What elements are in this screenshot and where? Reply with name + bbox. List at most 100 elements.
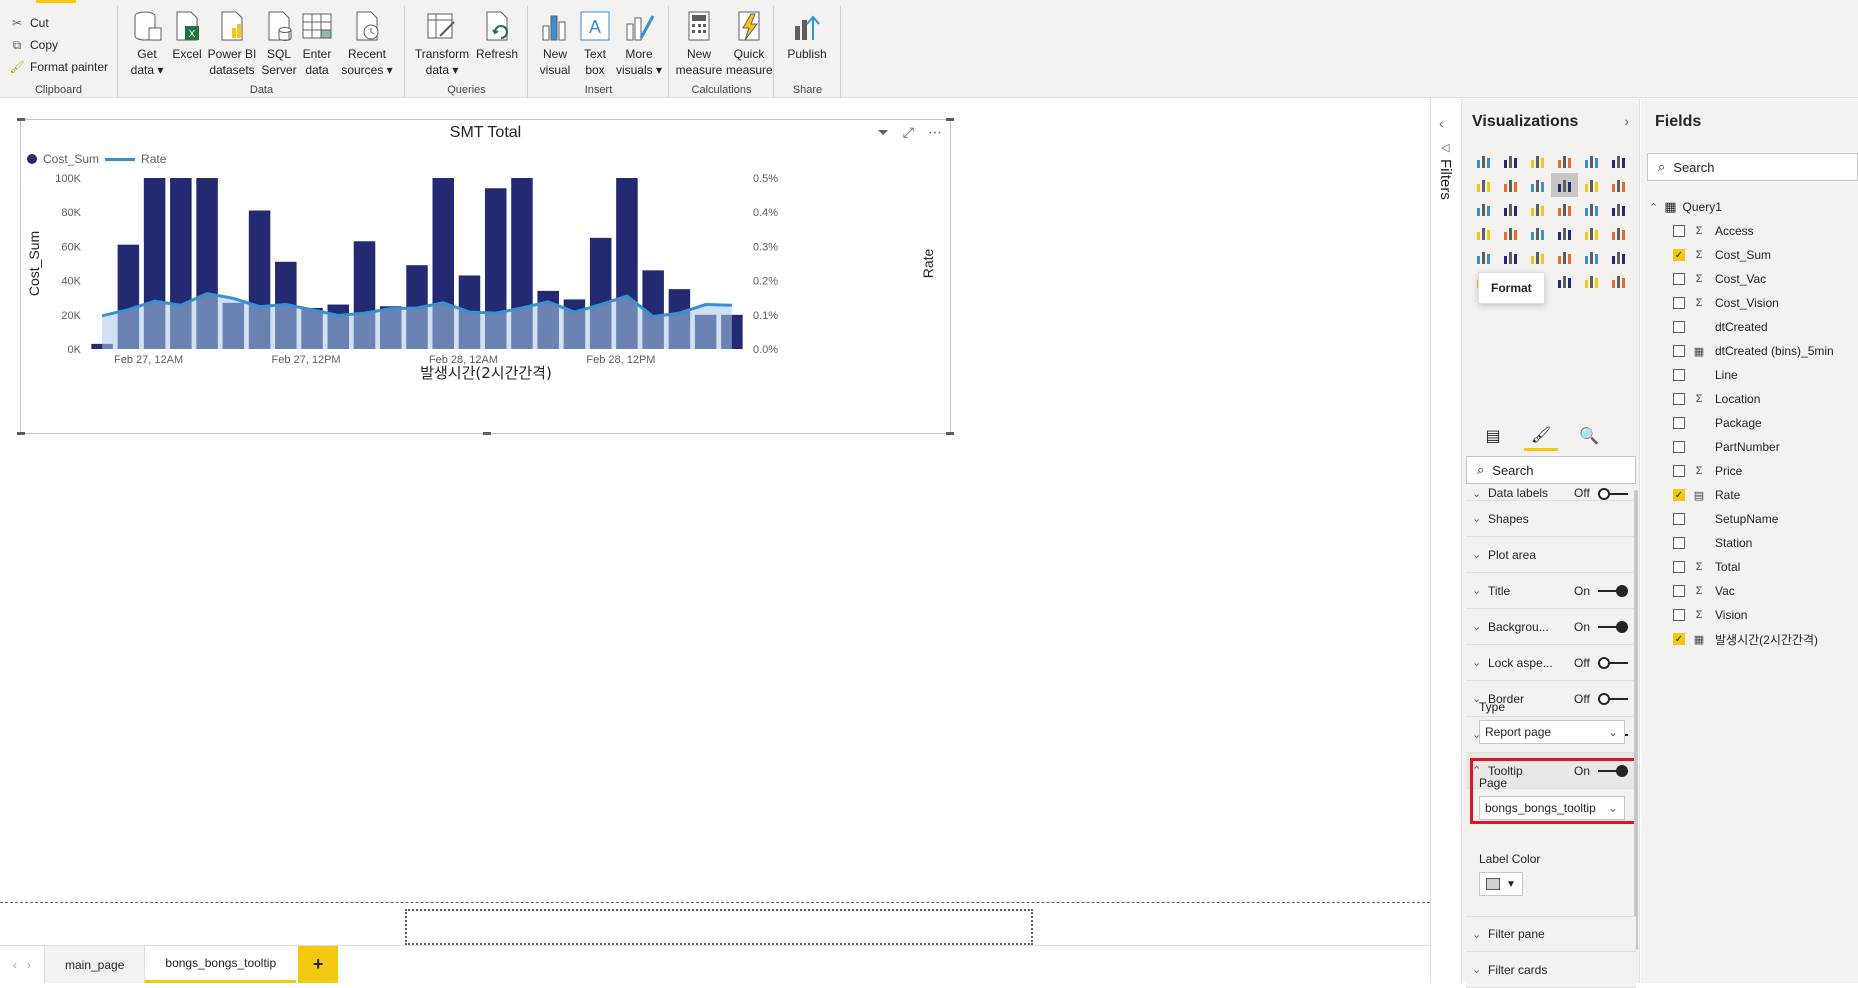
format-section-row[interactable]: ⌄ Title On [1466, 573, 1636, 609]
publish-button[interactable]: Publish [781, 10, 833, 62]
checkbox[interactable] [1673, 441, 1685, 453]
field-item[interactable]: Σ Price [1649, 459, 1858, 483]
field-item[interactable]: Σ Vision [1649, 603, 1858, 627]
line-visual-icon[interactable] [1470, 173, 1497, 197]
clustered-column-visual-icon[interactable] [1551, 149, 1578, 173]
kpi-visual-icon[interactable] [1605, 221, 1632, 245]
multi-row-card-visual-icon[interactable] [1578, 221, 1605, 245]
clustered-bar-visual-icon[interactable] [1524, 149, 1551, 173]
checked-checkbox[interactable]: ✓ [1673, 249, 1685, 261]
checkbox[interactable] [1673, 537, 1685, 549]
new-visual-button[interactable]: New visual [535, 10, 575, 78]
tab-scroll-right-icon[interactable]: › [27, 958, 31, 972]
field-item[interactable]: dtCreated [1649, 315, 1858, 339]
power-bi-datasets-button[interactable]: Power BI datasets [207, 10, 257, 78]
format-section-row[interactable]: ⌄ Data labels Off [1466, 487, 1636, 501]
field-item[interactable]: SetupName [1649, 507, 1858, 531]
table-visual-icon[interactable] [1497, 245, 1524, 269]
filters-pane-collapsed[interactable]: ‹ ◁ Filters [1430, 99, 1462, 983]
cut-button[interactable]: ✂ Cut [0, 12, 117, 34]
get-data-button[interactable]: Get data ▾ [129, 10, 165, 78]
more-visuals-button[interactable]: More visuals ▾ [615, 10, 663, 78]
format-search-input[interactable]: ⌕ Search [1466, 456, 1636, 484]
stacked-bar-visual-icon[interactable] [1470, 149, 1497, 173]
key-influencers-visual-icon[interactable] [1605, 245, 1632, 269]
field-item[interactable]: Σ Cost_Vision [1649, 291, 1858, 315]
checkbox[interactable] [1673, 513, 1685, 525]
checked-checkbox[interactable]: ✓ [1673, 489, 1685, 501]
donut-visual-icon[interactable] [1578, 197, 1605, 221]
fields-search-input[interactable]: ⌕ Search [1647, 153, 1858, 181]
checkbox[interactable] [1673, 345, 1685, 357]
field-item[interactable]: Line [1649, 363, 1858, 387]
checkbox[interactable] [1673, 225, 1685, 237]
checkbox[interactable] [1673, 297, 1685, 309]
toggle-switch[interactable] [1598, 620, 1628, 633]
line-stacked-column-visual-icon[interactable] [1578, 173, 1605, 197]
tooltip-type-dropdown[interactable]: Report page ⌄ [1479, 720, 1625, 744]
format-painter-button[interactable]: 🖌 Format painter [0, 56, 117, 78]
custom-visual-icon[interactable] [1605, 269, 1632, 293]
treemap-visual-icon[interactable] [1605, 197, 1632, 221]
ribbon-visual-icon[interactable] [1605, 173, 1632, 197]
slicer-visual-icon[interactable] [1470, 245, 1497, 269]
quick-measure-button[interactable]: Quick measure [726, 10, 773, 78]
toggle-switch[interactable] [1598, 488, 1628, 500]
checkbox[interactable] [1673, 561, 1685, 573]
checkbox[interactable] [1673, 585, 1685, 597]
tab-scroll-left-icon[interactable]: ‹ [13, 958, 17, 972]
matrix-visual-icon[interactable] [1524, 245, 1551, 269]
line-clustered-column-visual-icon[interactable] [1551, 173, 1578, 197]
format-pane-scrollbar[interactable] [1634, 490, 1638, 950]
field-item[interactable]: Σ Location [1649, 387, 1858, 411]
field-item[interactable]: Σ Total [1649, 555, 1858, 579]
python-visual-icon[interactable] [1578, 245, 1605, 269]
field-item[interactable]: Station [1649, 531, 1858, 555]
paginated-visual-icon[interactable] [1551, 269, 1578, 293]
stacked-column-visual-icon[interactable] [1497, 149, 1524, 173]
checkbox[interactable] [1673, 321, 1685, 333]
format-tab[interactable]: 🖌 [1524, 421, 1558, 451]
area-visual-icon[interactable] [1497, 173, 1524, 197]
r-script-visual-icon[interactable] [1551, 245, 1578, 269]
gauge-visual-icon[interactable] [1524, 221, 1551, 245]
checked-checkbox[interactable]: ✓ [1673, 633, 1685, 645]
copy-button[interactable]: ⧉ Copy [0, 34, 117, 56]
format-section-row[interactable]: ⌄ Backgrou... On [1466, 609, 1636, 645]
field-item[interactable]: Package [1649, 411, 1858, 435]
field-item[interactable]: Σ Access [1649, 219, 1858, 243]
fields-tab[interactable]: ▤ [1476, 421, 1510, 451]
enter-data-button[interactable]: Enter data [299, 10, 335, 78]
checkbox[interactable] [1673, 393, 1685, 405]
100-column-visual-icon[interactable] [1605, 149, 1632, 173]
text-box-button[interactable]: A Text box [577, 10, 613, 78]
field-item[interactable]: Σ Vac [1649, 579, 1858, 603]
refresh-button[interactable]: Refresh [474, 10, 520, 62]
card-visual-icon[interactable] [1551, 221, 1578, 245]
checkbox[interactable] [1673, 417, 1685, 429]
pie-visual-icon[interactable] [1551, 197, 1578, 221]
field-item[interactable]: ✓ ▤ Rate [1649, 483, 1858, 507]
toggle-switch[interactable] [1598, 656, 1628, 669]
label-color-picker[interactable]: ▼ [1479, 872, 1523, 896]
transform-data-button[interactable]: Transform data ▾ [414, 10, 470, 78]
chevron-left-icon[interactable]: ‹ [1439, 115, 1444, 131]
field-item[interactable]: PartNumber [1649, 435, 1858, 459]
chevron-right-icon[interactable]: › [1624, 113, 1629, 129]
table-query1[interactable]: ⌃ ▦ Query1 [1649, 195, 1858, 219]
stacked-area-visual-icon[interactable] [1524, 173, 1551, 197]
sql-server-button[interactable]: SQL Server [261, 10, 297, 78]
scatter-visual-icon[interactable] [1524, 197, 1551, 221]
field-item[interactable]: Σ Cost_Vac [1649, 267, 1858, 291]
checkbox[interactable] [1673, 273, 1685, 285]
format-section-row[interactable]: ⌄ Lock aspe... Off [1466, 645, 1636, 681]
filled-map-visual-icon[interactable] [1497, 221, 1524, 245]
report-canvas[interactable]: SMT Total ⏷ ⤢ ⋯ Cost_Sum Rate 0K 20K 40K 60… [0, 99, 1430, 945]
field-item[interactable]: ▦ dtCreated (bins)_5min [1649, 339, 1858, 363]
tab-main-page[interactable]: main_page [44, 946, 145, 983]
tab-bongs-bongs-tooltip[interactable]: bongs_bongs_tooltip [144, 946, 297, 983]
field-item[interactable]: ✓ ▦ 발생시간(2시간간격) [1649, 627, 1858, 651]
format-section-row[interactable]: ⌄ Shapes [1466, 501, 1636, 537]
format-section-row[interactable]: ⌄ Plot area [1466, 537, 1636, 573]
toggle-switch[interactable] [1598, 584, 1628, 597]
